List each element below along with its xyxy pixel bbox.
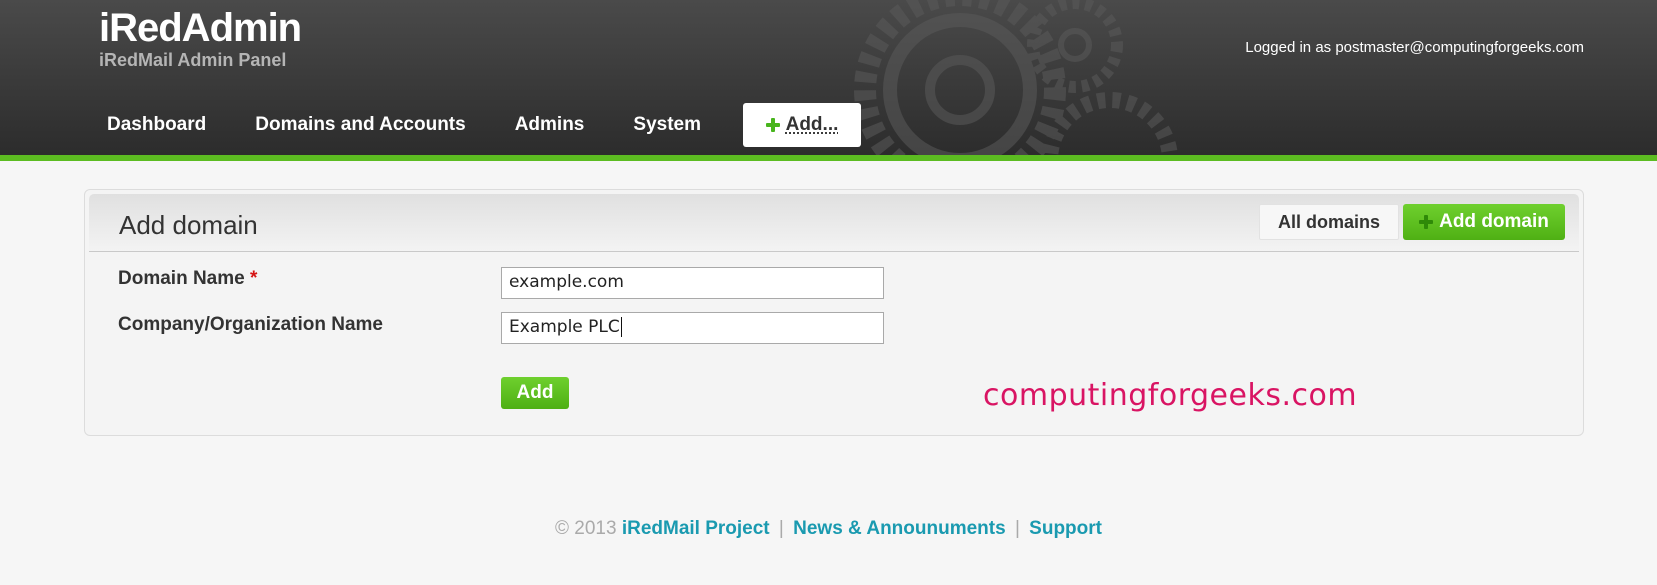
text-caret — [620, 317, 622, 337]
nav-system[interactable]: System — [616, 103, 718, 147]
nav-add-menu[interactable]: Add... — [743, 103, 861, 147]
footer-separator: | — [1014, 518, 1020, 539]
footer-link-news[interactable]: News & Announuments — [793, 518, 1006, 539]
nav-dashboard[interactable]: Dashboard — [90, 103, 223, 147]
domain-name-label: Domain Name * — [118, 268, 257, 290]
app-header: iRedAdmin iRedMail Admin Panel Logged in… — [0, 0, 1657, 155]
footer: © 2013 iRedMail Project | News & Announu… — [0, 518, 1657, 540]
footer-separator: | — [778, 518, 784, 539]
app-title[interactable]: iRedAdmin — [99, 6, 302, 51]
footer-copyright: © 2013 — [554, 518, 617, 539]
add-domain-label: Add domain — [1439, 211, 1549, 232]
required-mark: * — [249, 268, 258, 289]
add-domain-button[interactable]: Add domain — [1403, 204, 1565, 240]
plus-icon — [765, 118, 780, 132]
gears-icon — [854, 0, 1178, 155]
nav-add-label: Add... — [785, 114, 839, 135]
app-subtitle: iRedMail Admin Panel — [99, 50, 287, 70]
domain-name-text: Domain Name — [118, 268, 245, 289]
add-submit-button[interactable]: Add — [501, 377, 569, 409]
all-domains-button[interactable]: All domains — [1259, 204, 1399, 240]
domain-name-value: example.com — [509, 272, 624, 292]
panel-header: Add domain All domains Add domain — [89, 194, 1579, 252]
company-name-input[interactable]: Example PLC — [501, 312, 884, 344]
header-divider — [0, 155, 1657, 161]
footer-link-project[interactable]: iRedMail Project — [622, 518, 770, 539]
page-title: Add domain — [119, 210, 258, 240]
plus-icon — [1419, 215, 1434, 229]
watermark-text: computingforgeeks.com — [983, 378, 1358, 413]
footer-link-support[interactable]: Support — [1029, 518, 1102, 539]
domain-name-input[interactable]: example.com — [501, 267, 884, 299]
nav-admins[interactable]: Admins — [498, 103, 602, 147]
logged-in-status: Logged in as postmaster@computingforgeek… — [1245, 39, 1584, 56]
nav-domains-and-accounts[interactable]: Domains and Accounts — [238, 103, 482, 147]
company-name-label: Company/Organization Name — [118, 314, 383, 335]
main-nav: Dashboard Domains and Accounts Admins Sy… — [90, 102, 876, 148]
add-domain-panel: Add domain All domains Add domain Domain… — [84, 189, 1584, 436]
company-name-value: Example PLC — [509, 317, 620, 337]
